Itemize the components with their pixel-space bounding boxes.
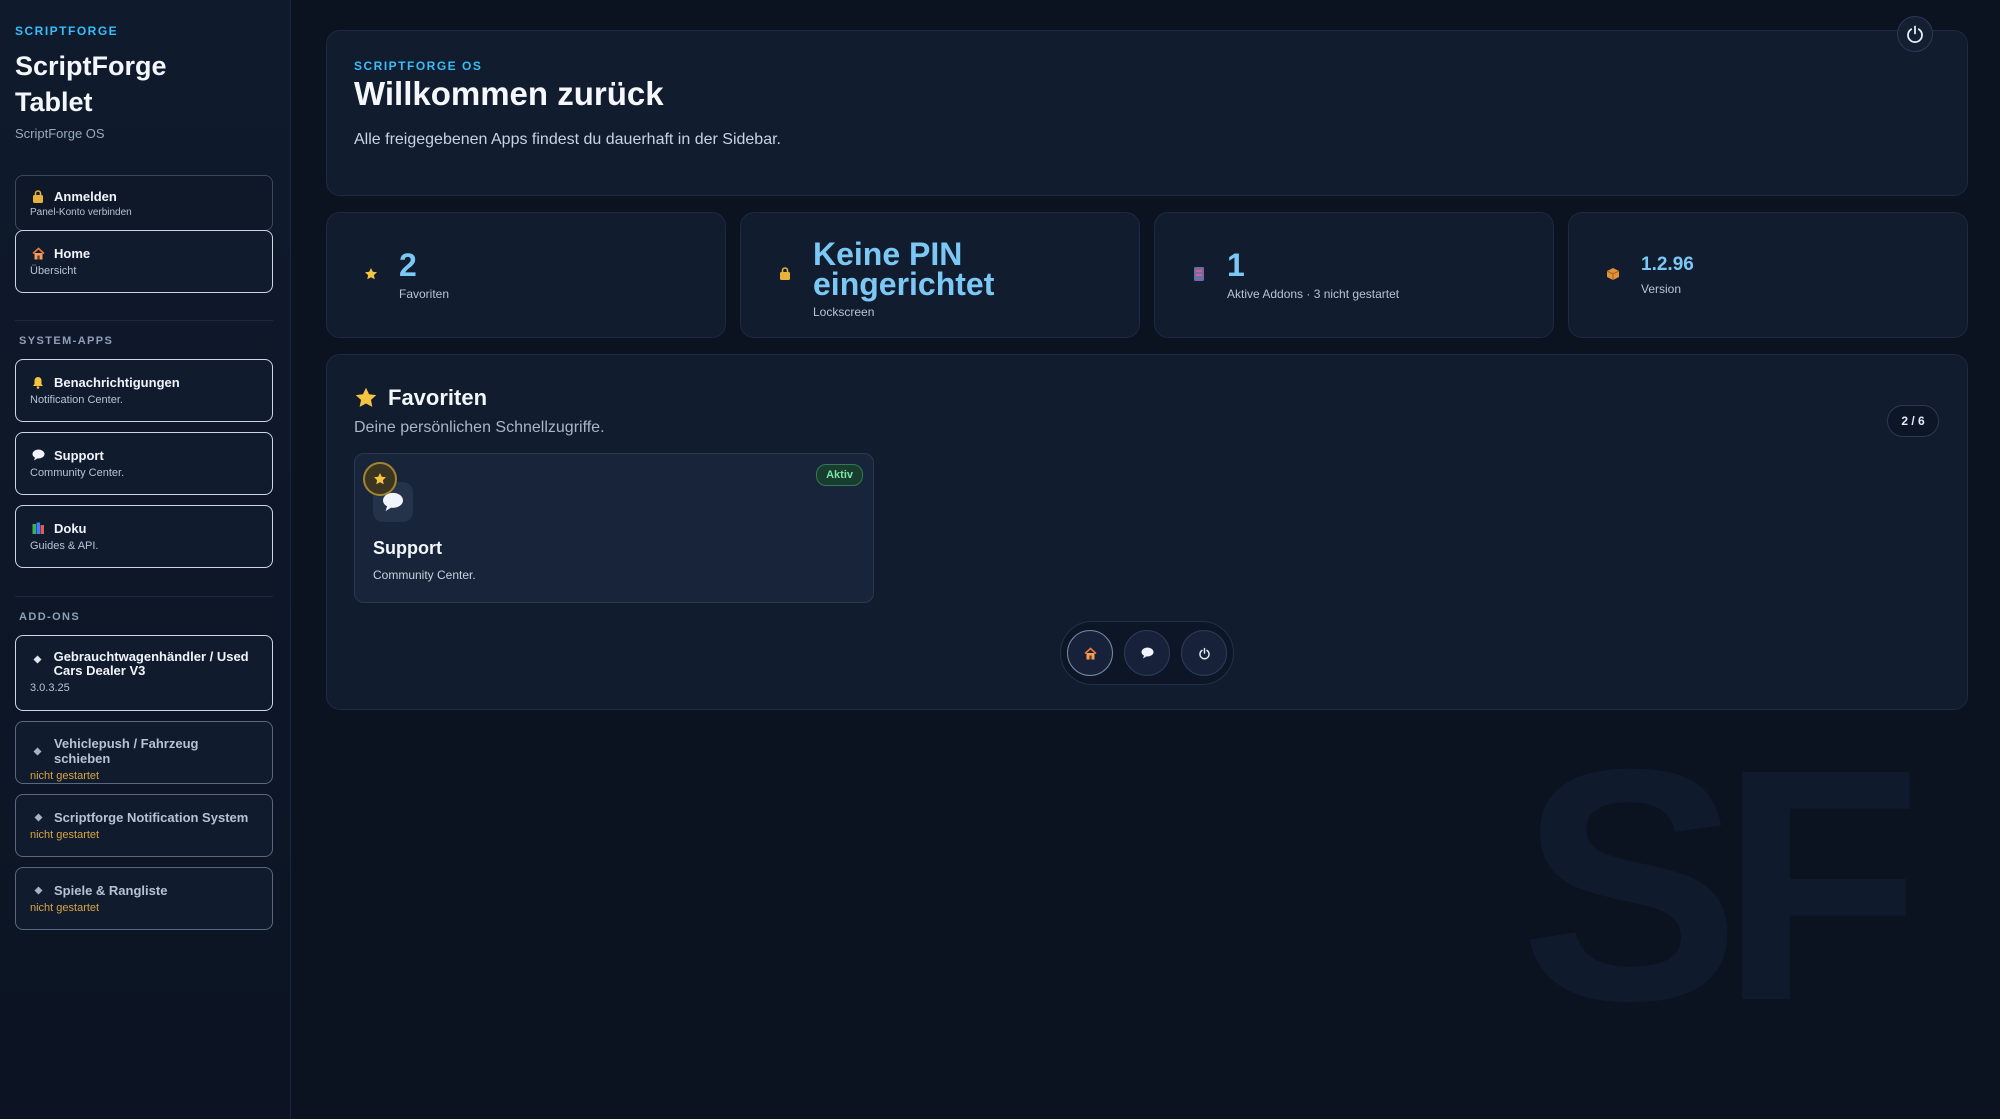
home-icon (1083, 646, 1097, 660)
diamond-icon (30, 651, 46, 667)
stat-card-favorites: 2 Favoriten (326, 212, 726, 338)
sidebar-item-notifications[interactable]: Benachrichtigungen Notification Center. (15, 359, 273, 422)
box-icon (1601, 267, 1625, 284)
chat-bubble-icon (1141, 647, 1154, 659)
quick-dock (1060, 621, 1234, 685)
sidebar-item-addon-vehiclepush[interactable]: Vehiclepush / Fahrzeug schieben nicht ge… (15, 721, 273, 784)
stat-label: Favoriten (399, 287, 450, 301)
section-title: Favoriten (388, 385, 488, 410)
power-icon (1198, 647, 1211, 660)
power-button[interactable] (1897, 16, 1933, 52)
lock-icon (30, 188, 46, 204)
sidebar-item-addon-notification-system[interactable]: Scriptforge Notification System nicht ge… (15, 794, 273, 857)
stat-label: Lockscreen (813, 305, 875, 319)
stat-card-version: 1.2.96 Version (1568, 212, 1968, 338)
sidebar-item-sublabel: Übersicht (30, 265, 77, 277)
lock-icon (773, 267, 797, 283)
star-icon (373, 472, 387, 486)
sidebar-item-addon-used-cars[interactable]: Gebrauchtwagenhändler / Used Cars Dealer… (15, 635, 273, 711)
diamond-icon (30, 882, 46, 898)
sidebar-item-label: Spiele & Rangliste (54, 882, 168, 898)
diamond-icon (30, 743, 46, 759)
sidebar-item-sublabel: Community Center. (30, 467, 125, 479)
section-label-addons: ADD-ONS (19, 611, 81, 623)
dock-power-button[interactable] (1181, 630, 1227, 676)
home-icon (30, 245, 46, 261)
divider (15, 320, 273, 321)
sidebar-item-label: Gebrauchtwagenhändler / Used Cars Dealer… (53, 649, 249, 678)
welcome-card: SCRIPTFORGE OS Willkommen zurück Alle fr… (326, 30, 1968, 196)
page-title: Willkommen zurück (354, 75, 664, 112)
power-icon (1905, 24, 1925, 44)
sidebar-item-sublabel: Panel-Konto verbinden (30, 207, 132, 218)
sidebar-item-sublabel: 3.0.3.25 (30, 682, 70, 694)
app-name: Support (373, 538, 442, 558)
sidebar-item-label: Vehiclepush / Fahrzeug schieben (53, 736, 199, 766)
sidebar-item-status: nicht gestartet (30, 829, 100, 841)
favorites-panel: Favoriten Deine persönlichen Schnellzugr… (326, 354, 1968, 710)
sidebar-item-label: Scriptforge Notification System (54, 809, 249, 825)
stat-label: Version (1641, 282, 1682, 296)
status-badge: Aktiv (816, 464, 863, 486)
sidebar-item-status: nicht gestartet (30, 770, 100, 782)
sidebar-item-docs[interactable]: Doku Guides & API. (15, 505, 273, 568)
books-icon (30, 520, 46, 536)
brand-subtitle: ScriptForge OS (15, 126, 105, 141)
page-indicator[interactable]: 2 / 6 (1887, 405, 1939, 437)
sidebar-item-label: Anmelden (54, 188, 117, 204)
star-icon (354, 386, 378, 410)
stat-value: 1 (1227, 247, 1245, 283)
star-icon (359, 267, 383, 284)
bell-icon (30, 374, 46, 390)
favorite-app-card-support[interactable]: Aktiv Support Community Center. (354, 453, 874, 603)
favorite-star-toggle[interactable] (363, 462, 397, 496)
stat-label: Aktive Addons · 3 nicht gestartet (1227, 287, 1400, 301)
watermark-logo: SF (1520, 700, 1922, 1069)
stat-card-addons: 1 Aktive Addons · 3 nicht gestartet (1154, 212, 1554, 338)
diamond-icon (30, 809, 46, 825)
stat-value: Keine PIN eingerichtet (813, 236, 995, 302)
sidebar-item-login[interactable]: Anmelden Panel-Konto verbinden (15, 175, 273, 231)
brand-kicker: SCRIPTFORGE (15, 24, 119, 38)
stat-value: 1.2.96 (1641, 254, 1694, 275)
sidebar-item-sublabel: Notification Center. (30, 394, 123, 406)
brand-title: ScriptForge Tablet (15, 51, 167, 117)
hero-description: Alle freigegebenen Apps findest du dauer… (354, 131, 781, 148)
stat-card-lockscreen: Keine PIN eingerichtet Lockscreen (740, 212, 1140, 338)
divider (15, 596, 273, 597)
sidebar-item-support[interactable]: Support Community Center. (15, 432, 273, 495)
sidebar-item-sublabel: Guides & API. (30, 540, 99, 552)
sidebar-item-label: Benachrichtigungen (54, 374, 180, 390)
hero-kicker: SCRIPTFORGE OS (354, 59, 483, 73)
chat-bubble-icon (30, 447, 46, 463)
sidebar-item-addon-games[interactable]: Spiele & Rangliste nicht gestartet (15, 867, 273, 930)
section-label-system: SYSTEM-APPS (19, 335, 114, 347)
sidebar-item-label: Doku (54, 520, 87, 536)
sidebar-item-label: Home (54, 245, 91, 261)
puzzle-icon (1187, 266, 1211, 285)
sidebar-item-label: Support (54, 447, 104, 463)
dock-support-button[interactable] (1124, 630, 1170, 676)
dock-home-button[interactable] (1067, 630, 1113, 676)
sidebar-item-status: nicht gestartet (30, 902, 100, 914)
sidebar-item-home[interactable]: Home Übersicht (15, 230, 273, 293)
stat-value: 2 (399, 247, 417, 283)
app-description: Community Center. (373, 568, 476, 582)
section-subtitle: Deine persönlichen Schnellzugriffe. (354, 419, 605, 436)
